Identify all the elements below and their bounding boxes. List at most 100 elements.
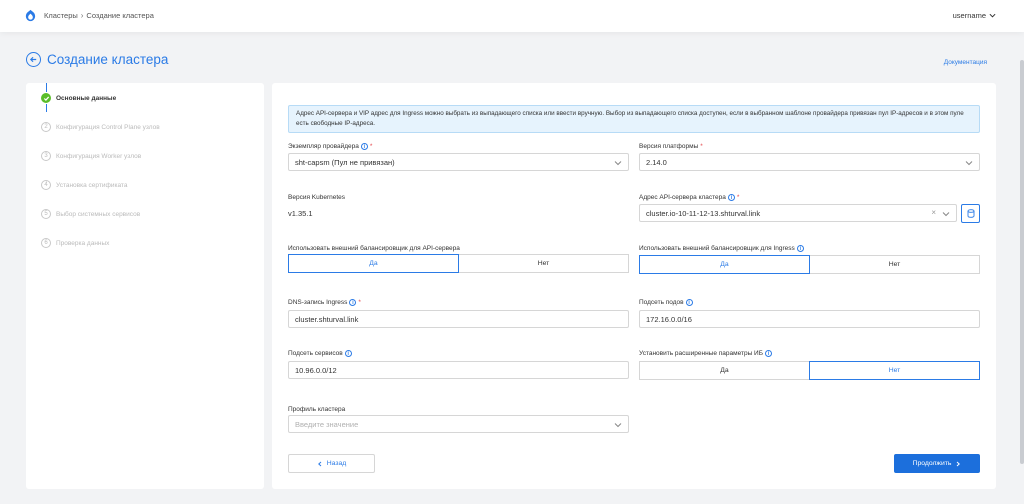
pod-subnet-input[interactable]: 172.16.0.0/16 bbox=[639, 310, 980, 328]
step-label: Установка сертификата bbox=[56, 181, 128, 189]
chevron-down-icon bbox=[942, 212, 950, 217]
advanced-params-no-option[interactable]: Нет bbox=[809, 361, 980, 380]
platform-version-label-text: Версия платформы bbox=[639, 143, 699, 150]
info-icon[interactable]: i bbox=[765, 350, 772, 357]
provider-label-text: Экземпляр провайдера bbox=[288, 143, 359, 150]
advanced-params-yes-option[interactable]: Да bbox=[639, 361, 809, 380]
ingress-lb-label: Использовать внешний балансировщик для I… bbox=[639, 245, 804, 252]
dns-ingress-label: DNS-запись Ingress i * bbox=[288, 299, 361, 306]
info-icon[interactable]: i bbox=[349, 299, 357, 306]
platform-version-value: 2.14.0 bbox=[646, 157, 667, 167]
check-icon bbox=[41, 93, 51, 103]
service-subnet-label: Подсеть сервисов i bbox=[288, 350, 352, 357]
pod-subnet-label-text: Подсеть подов bbox=[639, 299, 684, 306]
ingress-lb-no-option[interactable]: Нет bbox=[810, 255, 980, 274]
dns-ingress-value: cluster.shturval.link bbox=[295, 314, 359, 324]
breadcrumb-current: Создание кластера bbox=[86, 11, 154, 20]
step-number: 3 bbox=[41, 151, 51, 161]
service-subnet-value: 10.96.0.0/12 bbox=[295, 365, 337, 375]
required-marker: * bbox=[736, 194, 740, 201]
service-subnet-input[interactable]: 10.96.0.0/12 bbox=[288, 361, 629, 379]
username: username bbox=[952, 11, 986, 20]
k8s-version-label: Версия Kubernetes bbox=[288, 194, 345, 201]
step-label: Основные данные bbox=[56, 94, 117, 102]
step-label: Конфигурация Control Plane узлов bbox=[56, 123, 160, 131]
breadcrumb: Кластеры › Создание кластера bbox=[44, 11, 154, 20]
ingress-lb-label-text: Использовать внешний балансировщик для I… bbox=[639, 245, 795, 252]
api-lb-label: Использовать внешний балансировщик для A… bbox=[288, 245, 460, 252]
step-number: 5 bbox=[41, 209, 51, 219]
api-address-combobox[interactable]: cluster.io-10-11-12-13.shturval.link × bbox=[639, 204, 957, 222]
step-item-control-plane[interactable]: 2 Конфигурация Control Plane узлов bbox=[41, 122, 160, 132]
chevron-left-icon bbox=[317, 461, 322, 466]
cluster-profile-label: Профиль кластера bbox=[288, 406, 345, 413]
back-arrow-icon[interactable] bbox=[26, 52, 41, 67]
step-number: 2 bbox=[41, 122, 51, 132]
required-marker: * bbox=[358, 299, 361, 306]
step-label: Проверка данных bbox=[56, 239, 110, 247]
ingress-lb-yes-option[interactable]: Да bbox=[639, 255, 810, 274]
provider-label: Экземпляр провайдера i * bbox=[288, 143, 372, 150]
k8s-version-value: v1.35.1 bbox=[288, 209, 313, 218]
info-icon[interactable]: i bbox=[360, 143, 368, 150]
provider-select[interactable]: sht-capsm (Пул не привязан) bbox=[288, 153, 629, 171]
api-lb-yes-option[interactable]: Да bbox=[288, 254, 459, 273]
info-icon[interactable]: i bbox=[796, 245, 804, 252]
step-item-worker[interactable]: 3 Конфигурация Worker узлов bbox=[41, 151, 141, 161]
pod-subnet-value: 172.16.0.0/16 bbox=[646, 314, 692, 324]
cluster-profile-placeholder: Введите значение bbox=[295, 419, 359, 429]
required-marker: * bbox=[700, 143, 703, 150]
page-scrollbar[interactable] bbox=[1020, 60, 1024, 464]
k8s-version-label-text: Версия Kubernetes bbox=[288, 194, 346, 201]
platform-version-label: Версия платформы * bbox=[639, 143, 703, 150]
step-item-system-services[interactable]: 5 Выбор системных сервисов bbox=[41, 209, 140, 219]
back-button-label: Назад bbox=[326, 460, 347, 467]
dns-ingress-label-text: DNS-запись Ingress bbox=[288, 299, 348, 306]
chevron-right-icon bbox=[957, 461, 961, 466]
documentation-link[interactable]: Документация bbox=[944, 59, 987, 66]
continue-button-label: Продолжить bbox=[912, 460, 952, 467]
advanced-params-label: Установить расширенные параметры ИБ i bbox=[639, 350, 772, 357]
step-item-basic[interactable]: Основные данные bbox=[41, 93, 116, 103]
breadcrumb-separator: › bbox=[80, 11, 84, 20]
api-address-label-text: Адрес API-сервера кластера bbox=[639, 194, 726, 201]
api-address-value: cluster.io-10-11-12-13.shturval.link bbox=[646, 208, 761, 218]
info-icon[interactable]: i bbox=[685, 299, 693, 306]
step-label: Конфигурация Worker узлов bbox=[56, 152, 142, 160]
back-button[interactable]: Назад bbox=[288, 454, 375, 473]
cluster-profile-label-text: Профиль кластера bbox=[288, 406, 346, 413]
chevron-down-icon bbox=[614, 161, 622, 166]
page-title: Создание кластера bbox=[47, 52, 169, 67]
info-icon[interactable]: i bbox=[727, 194, 735, 201]
step-connector bbox=[46, 83, 47, 92]
api-lb-toggle: Да Нет bbox=[288, 254, 629, 273]
user-menu[interactable]: username bbox=[953, 11, 996, 20]
platform-version-select[interactable]: 2.14.0 bbox=[639, 153, 980, 171]
info-banner: Адрес API-сервера и VIP адрес для Ingres… bbox=[288, 105, 980, 133]
api-address-label: Адрес API-сервера кластера i * bbox=[639, 194, 739, 201]
clear-icon[interactable]: × bbox=[931, 208, 936, 217]
stepper-panel: Основные данные 2 Конфигурация Control P… bbox=[26, 83, 264, 489]
chevron-down-icon bbox=[614, 423, 622, 428]
dns-ingress-input[interactable]: cluster.shturval.link bbox=[288, 310, 629, 328]
continue-button[interactable]: Продолжить bbox=[894, 454, 980, 473]
service-subnet-label-text: Подсеть сервисов bbox=[288, 350, 343, 357]
top-bar: Кластеры › Создание кластера username bbox=[0, 0, 1024, 32]
step-item-certificate[interactable]: 4 Установка сертификата bbox=[41, 180, 127, 190]
api-lb-no-option[interactable]: Нет bbox=[459, 254, 629, 273]
pod-subnet-label: Подсеть подов i bbox=[639, 299, 693, 306]
database-icon[interactable] bbox=[961, 204, 980, 223]
step-connector bbox=[46, 104, 47, 112]
step-item-review[interactable]: 6 Проверка данных bbox=[41, 238, 109, 248]
ingress-lb-toggle: Да Нет bbox=[639, 255, 980, 274]
step-label: Выбор системных сервисов bbox=[56, 210, 141, 218]
advanced-params-label-text: Установить расширенные параметры ИБ bbox=[639, 350, 763, 357]
info-icon[interactable]: i bbox=[344, 350, 352, 357]
step-number: 6 bbox=[41, 238, 51, 248]
breadcrumb-clusters-link[interactable]: Кластеры bbox=[44, 11, 78, 20]
advanced-params-toggle: Да Нет bbox=[639, 361, 980, 380]
cluster-profile-select[interactable]: Введите значение bbox=[288, 415, 629, 433]
chevron-down-icon bbox=[989, 13, 996, 18]
required-marker: * bbox=[369, 143, 373, 150]
app-logo-icon[interactable] bbox=[24, 9, 37, 22]
